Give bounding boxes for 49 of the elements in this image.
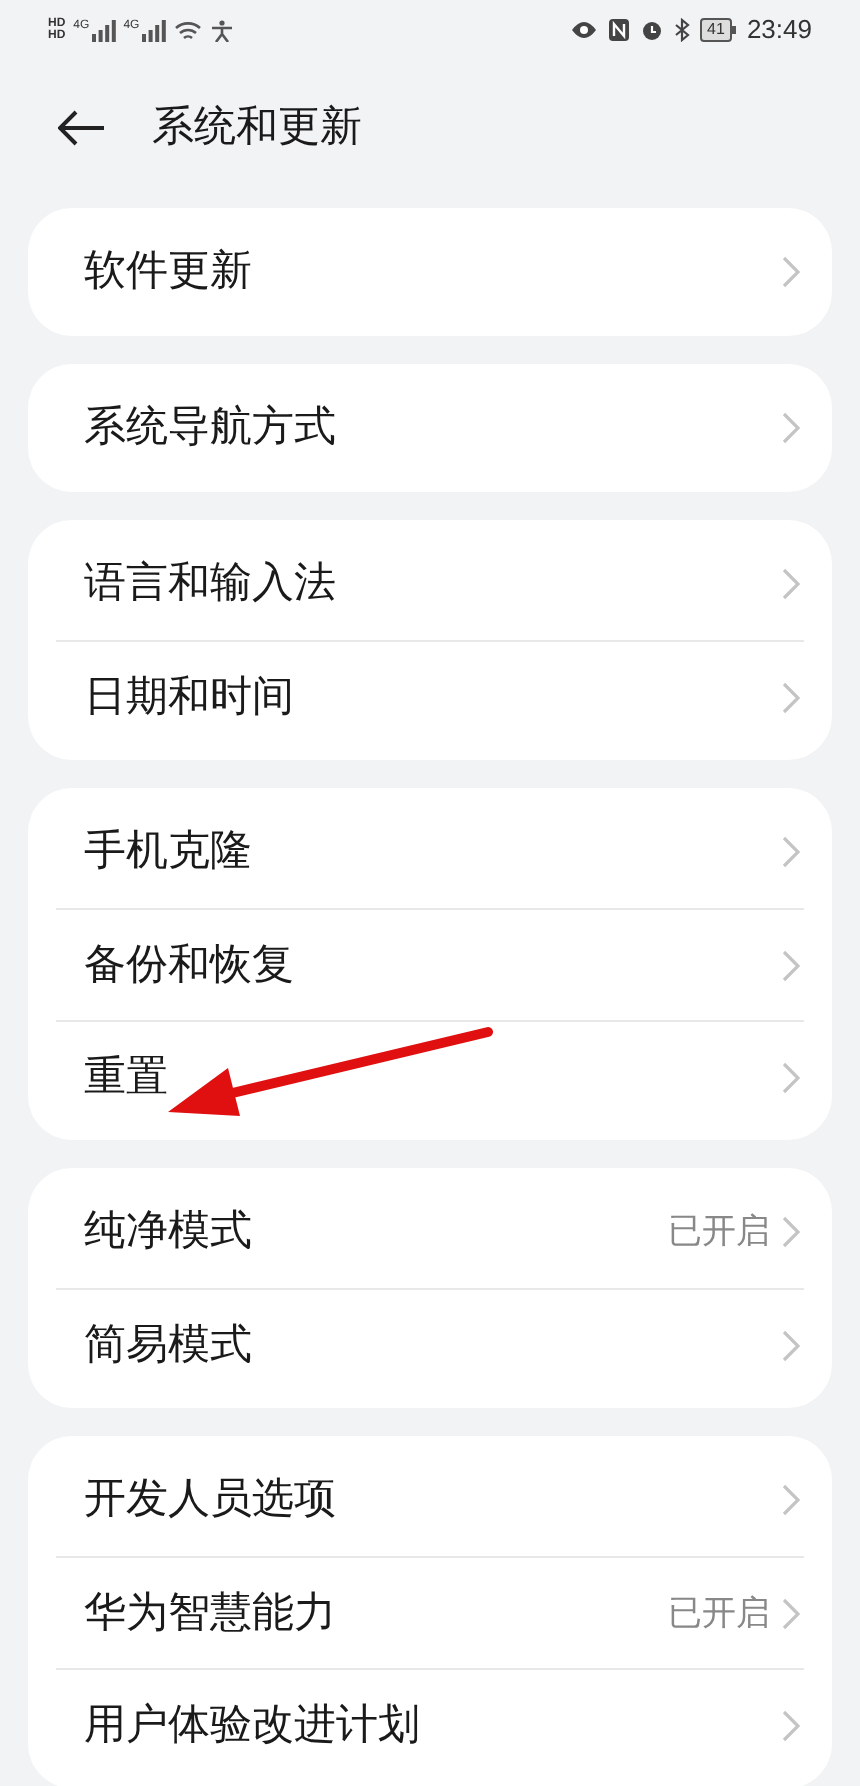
back-arrow-icon bbox=[58, 110, 106, 146]
row-label: 纯净模式 bbox=[84, 1206, 252, 1259]
page-title: 系统和更新 bbox=[152, 102, 362, 155]
chevron-right-icon bbox=[782, 1709, 800, 1741]
chevron-right-icon bbox=[782, 412, 800, 444]
settings-row[interactable]: 华为智慧能力 已开启 bbox=[56, 1556, 804, 1668]
settings-row[interactable]: 开发人员选项 bbox=[56, 1444, 804, 1556]
row-label: 日期和时间 bbox=[84, 671, 294, 724]
accessibility-icon bbox=[209, 19, 234, 41]
settings-row[interactable]: 手机克隆 bbox=[56, 796, 804, 908]
chevron-right-icon bbox=[782, 568, 800, 600]
row-label: 开发人员选项 bbox=[84, 1474, 336, 1527]
settings-row[interactable]: 语言和输入法 bbox=[56, 528, 804, 640]
settings-row[interactable]: 简易模式 bbox=[56, 1288, 804, 1400]
clock-time: 23:49 bbox=[746, 12, 812, 49]
nfc-icon bbox=[607, 18, 630, 42]
row-label: 简易模式 bbox=[84, 1319, 252, 1372]
signal-icon bbox=[91, 19, 116, 41]
chevron-right-icon bbox=[782, 1484, 800, 1516]
row-value: 已开启 bbox=[668, 1210, 770, 1255]
row-label: 系统导航方式 bbox=[84, 402, 336, 455]
row-label: 备份和恢复 bbox=[84, 939, 294, 992]
chevron-right-icon bbox=[782, 836, 800, 868]
settings-row[interactable]: 用户体验改进计划 bbox=[56, 1668, 804, 1780]
row-label: 重置 bbox=[84, 1051, 168, 1104]
chevron-right-icon bbox=[782, 1597, 800, 1629]
settings-row[interactable]: 软件更新 bbox=[56, 216, 804, 328]
settings-row[interactable]: 日期和时间 bbox=[56, 640, 804, 752]
settings-row[interactable]: 纯净模式 已开启 bbox=[56, 1176, 804, 1288]
row-label: 软件更新 bbox=[84, 246, 252, 299]
row-label: 语言和输入法 bbox=[84, 558, 336, 611]
signal-icon bbox=[141, 19, 166, 41]
row-label: 手机克隆 bbox=[84, 826, 252, 879]
chevron-right-icon bbox=[782, 1061, 800, 1093]
battery-level: 41 bbox=[699, 18, 733, 42]
row-label: 华为智慧能力 bbox=[84, 1587, 336, 1640]
eye-icon bbox=[569, 20, 598, 40]
chevron-right-icon bbox=[782, 681, 800, 713]
chevron-right-icon bbox=[782, 1216, 800, 1248]
settings-row[interactable]: 备份和恢复 bbox=[56, 908, 804, 1020]
alarm-icon bbox=[639, 18, 664, 42]
row-value: 已开启 bbox=[668, 1591, 770, 1636]
chevron-right-icon bbox=[782, 256, 800, 288]
bluetooth-icon bbox=[673, 18, 690, 42]
row-label: 用户体验改进计划 bbox=[84, 1699, 420, 1752]
settings-row[interactable]: 系统导航方式 bbox=[56, 372, 804, 484]
wifi-icon bbox=[173, 19, 202, 41]
chevron-right-icon bbox=[782, 949, 800, 981]
chevron-right-icon bbox=[782, 1329, 800, 1361]
